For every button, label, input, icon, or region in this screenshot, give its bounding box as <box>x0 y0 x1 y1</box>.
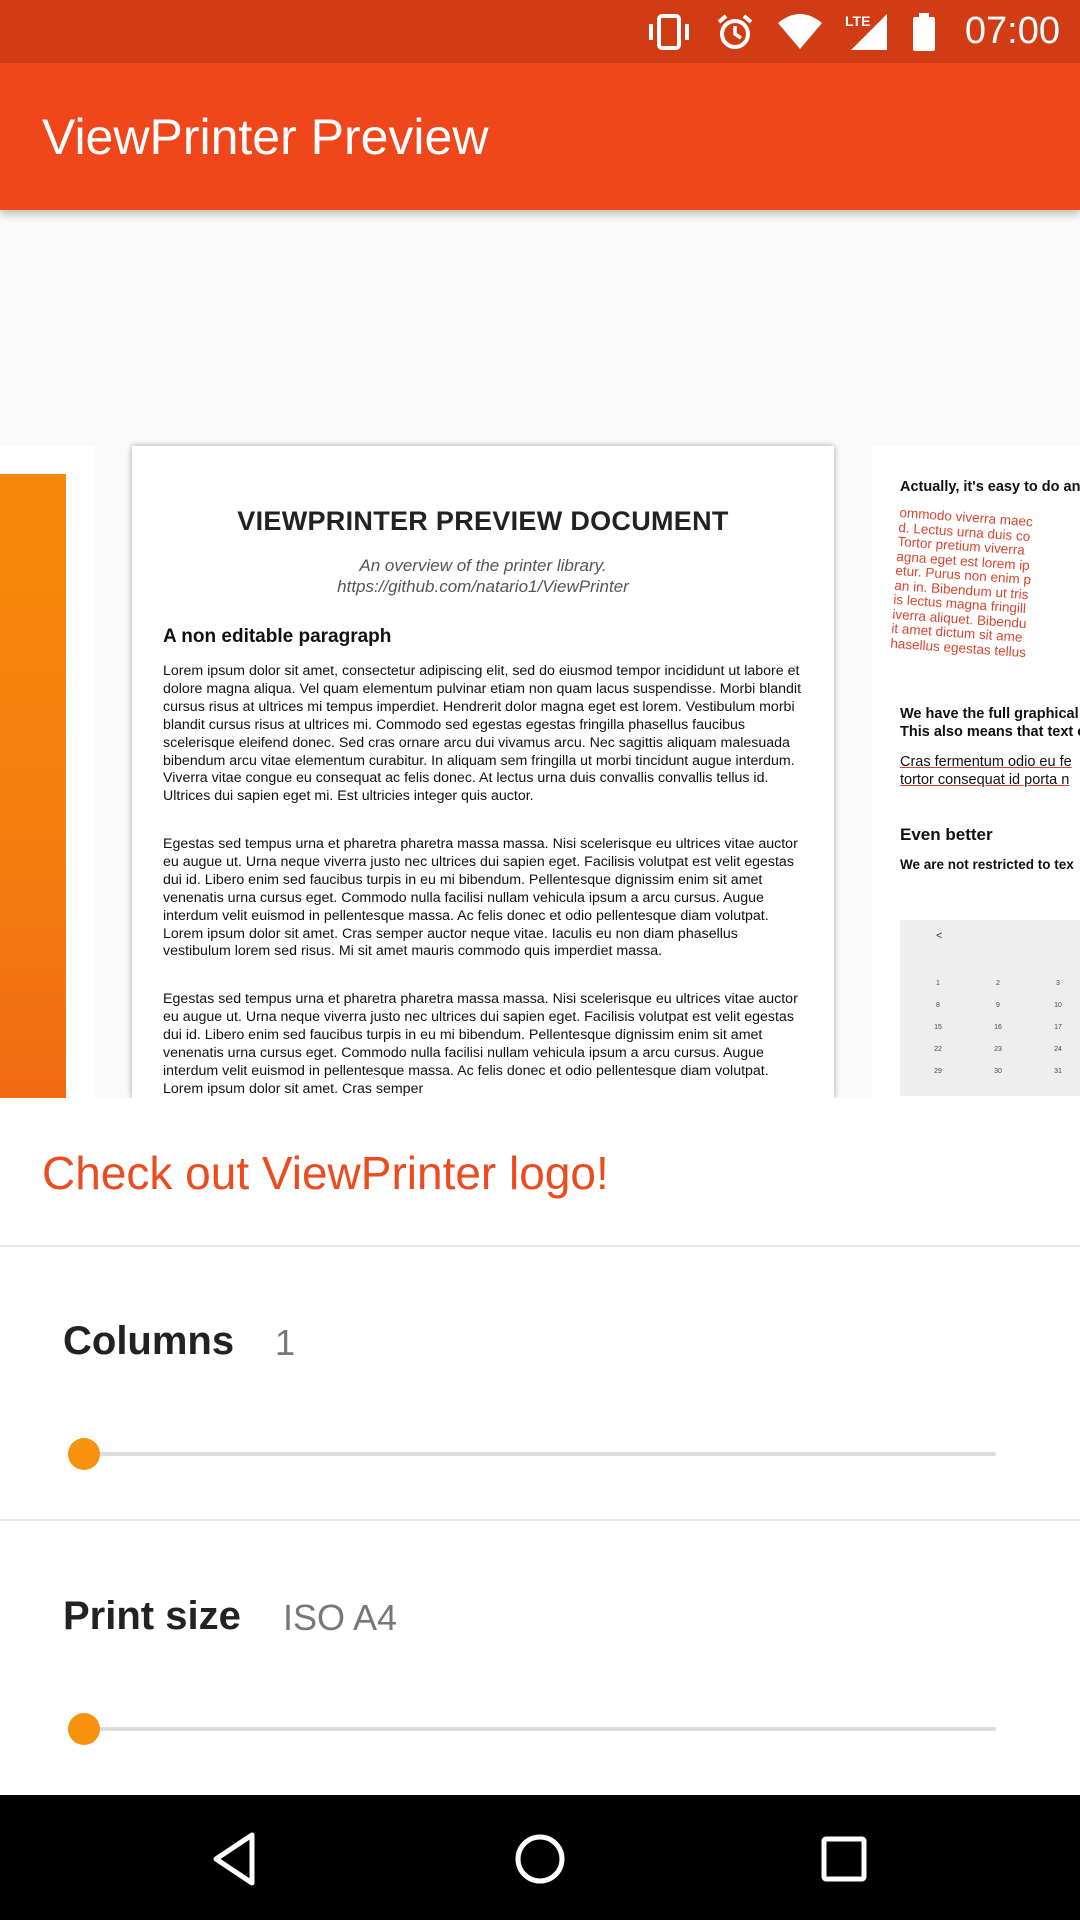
navigation-bar <box>0 1795 1080 1920</box>
status-bar: LTE 07:00 <box>0 0 1080 63</box>
slider-thumb[interactable] <box>68 1438 100 1470</box>
calendar-day[interactable]: 9 <box>988 1002 1008 1009</box>
columns-label: Columns <box>63 1319 235 1363</box>
lte-signal-icon: LTE <box>845 12 889 52</box>
calendar-day[interactable]: 10 <box>1048 1002 1068 1009</box>
divider <box>0 1519 1080 1521</box>
calendar-day[interactable]: 24 <box>1048 1046 1068 1053</box>
editable-text-line[interactable]: Cras fermentum odio eu fe <box>900 754 1072 770</box>
page-text-line: Actually, it's easy to do any <box>900 479 1080 495</box>
divider <box>0 1245 1080 1247</box>
battery-icon <box>911 12 937 52</box>
document-paragraph: Lorem ipsum dolor sit amet, consectetur … <box>163 663 802 805</box>
rotated-red-text: ommodo viverra maec d. Lectus urna duis … <box>890 505 1080 672</box>
svg-text:LTE: LTE <box>845 13 870 29</box>
slider-thumb[interactable] <box>68 1713 100 1745</box>
page-text-line: This also means that text c <box>900 724 1080 740</box>
home-icon[interactable] <box>510 1829 570 1889</box>
recents-icon[interactable] <box>814 1829 874 1889</box>
calendar-day[interactable]: 8 <box>928 1002 948 1009</box>
calendar-day[interactable]: 1 <box>928 980 948 987</box>
calendar-day[interactable]: 30 <box>988 1068 1008 1075</box>
preview-page-next[interactable]: Actually, it's easy to do any ommodo viv… <box>872 446 1080 1098</box>
vibrate-icon <box>645 12 693 52</box>
document-title: VIEWPRINTER PREVIEW DOCUMENT <box>237 506 729 536</box>
page-text-line: We have the full graphical <box>900 706 1079 722</box>
document-heading: A non editable paragraph <box>163 626 392 647</box>
logo-link-button[interactable]: Check out ViewPrinter logo! <box>42 1146 609 1200</box>
calendar-day[interactable]: 31 <box>1048 1068 1068 1075</box>
logo-page-graphic <box>0 474 66 1098</box>
status-time: 07:00 <box>964 10 1060 52</box>
slider-track <box>84 1727 996 1731</box>
calendar-day[interactable]: 29 <box>928 1068 948 1075</box>
document-subtitle: An overview of the printer library. <box>359 556 607 575</box>
calendar-day[interactable]: 3 <box>1048 980 1068 987</box>
print-size-label: Print size <box>63 1594 241 1638</box>
print-size-slider[interactable] <box>68 1709 996 1749</box>
preview-page-previous[interactable] <box>0 446 95 1098</box>
print-size-value: ISO A4 <box>283 1597 398 1638</box>
calendar-day[interactable]: 23 <box>988 1046 1008 1053</box>
columns-slider[interactable] <box>68 1434 996 1474</box>
calendar-prev-button[interactable]: < <box>936 930 942 942</box>
calendar-day[interactable]: 17 <box>1048 1024 1068 1031</box>
calendar-day[interactable]: 2 <box>988 980 1008 987</box>
settings-panel: Check out ViewPrinter logo! Columns 1 Pr… <box>0 1098 1080 1795</box>
calendar-widget[interactable]: < 1 2 3 8 9 10 15 16 17 22 23 24 29 30 3… <box>900 920 1080 1096</box>
back-icon[interactable] <box>206 1829 266 1889</box>
app-title: ViewPrinter Preview <box>42 109 489 165</box>
columns-value: 1 <box>275 1322 296 1363</box>
page-heading: Even better <box>900 825 993 844</box>
status-icons: LTE 07:00 <box>645 0 1060 63</box>
calendar-day[interactable]: 16 <box>988 1024 1008 1031</box>
app-bar: ViewPrinter Preview <box>0 63 1080 210</box>
alarm-icon <box>715 12 755 52</box>
document-paragraph: Egestas sed tempus urna et pharetra phar… <box>163 836 798 960</box>
editable-text-line[interactable]: tortor consequat id porta n <box>900 772 1069 788</box>
wifi-icon <box>777 13 823 51</box>
document-paragraph: Egestas sed tempus urna et pharetra phar… <box>163 991 798 1097</box>
page-text-line: We are not restricted to tex <box>900 857 1074 872</box>
preview-page-current[interactable]: VIEWPRINTER PREVIEW DOCUMENT An overview… <box>132 446 834 1098</box>
calendar-day[interactable]: 22 <box>928 1046 948 1053</box>
calendar-day[interactable]: 15 <box>928 1024 948 1031</box>
document-url: https://github.com/natario1/ViewPrinter <box>337 577 629 596</box>
print-preview-pager[interactable]: VIEWPRINTER PREVIEW DOCUMENT An overview… <box>0 210 1080 1098</box>
slider-track <box>84 1452 996 1456</box>
